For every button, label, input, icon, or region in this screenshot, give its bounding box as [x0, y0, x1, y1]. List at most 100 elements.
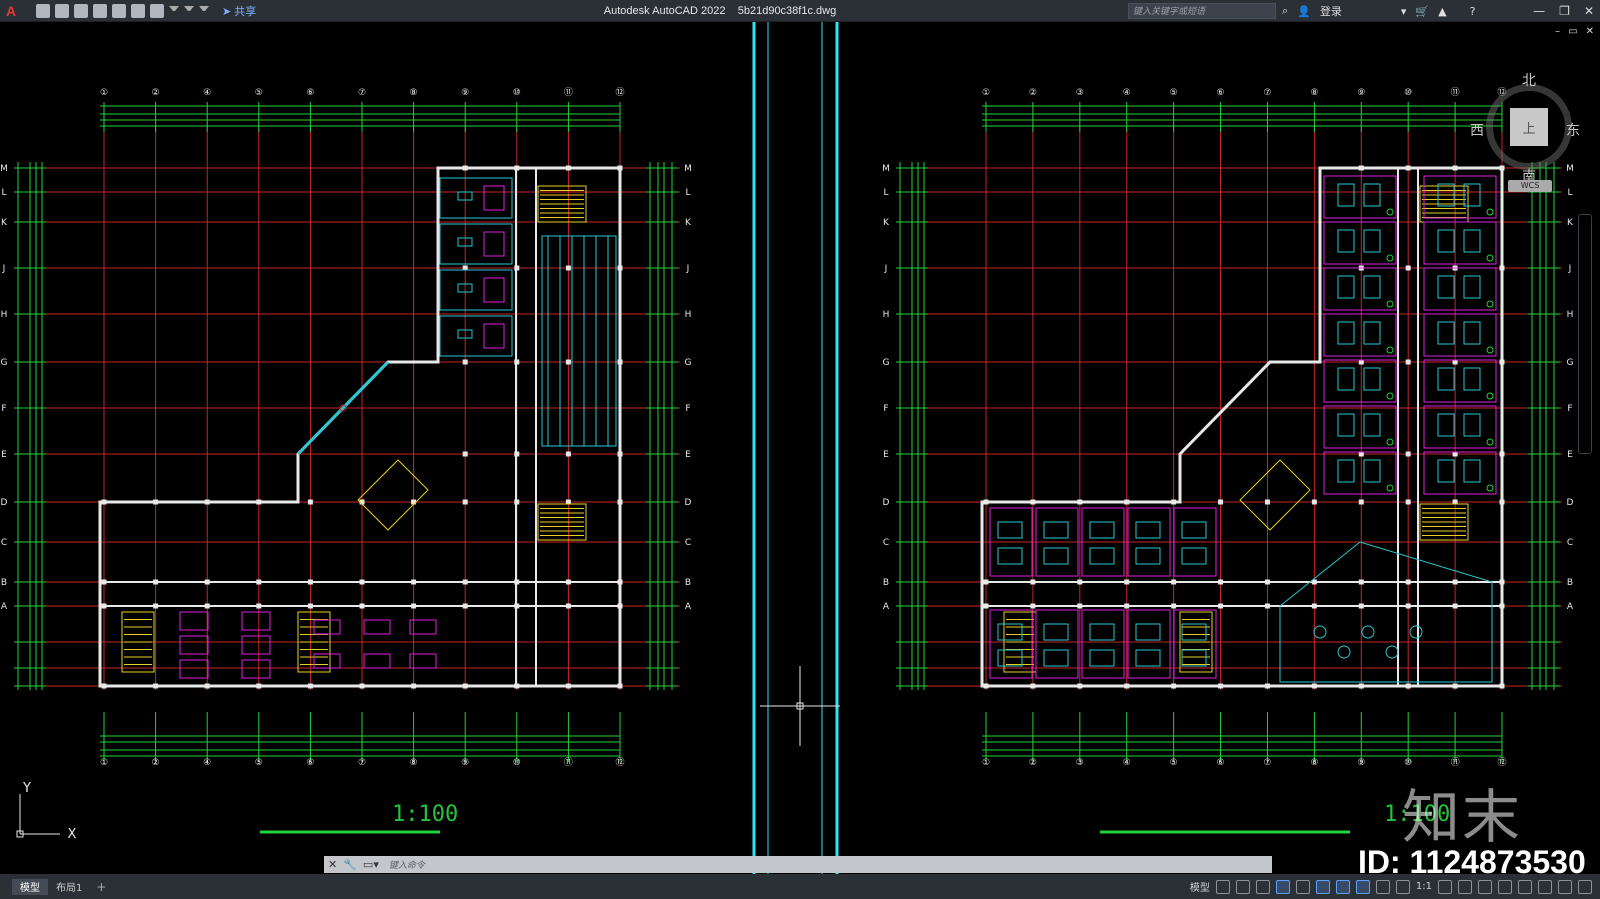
model-space-toggle[interactable]: 模型 [1190, 879, 1210, 894]
column-label-bottom: ⑤ [255, 758, 263, 768]
tab-layout1[interactable]: 布局1 [48, 879, 90, 895]
row-label-left: F [883, 404, 888, 414]
polar-tracking-icon[interactable] [1315, 879, 1330, 894]
row-label-right: G [1567, 358, 1574, 368]
quick-properties-icon[interactable] [1498, 879, 1512, 894]
add-layout-button[interactable]: + [96, 880, 106, 894]
redo-icon[interactable] [184, 5, 194, 16]
recent-commands-icon[interactable]: ▭▾ [363, 858, 379, 871]
cart-icon[interactable]: 🛒 [1415, 5, 1429, 18]
viewcube-top-face[interactable]: 上 [1510, 108, 1548, 146]
tab-model[interactable]: 模型 [12, 878, 48, 895]
ortho-icon[interactable] [1295, 879, 1310, 894]
structural-column [1499, 499, 1505, 505]
row-label-right: G [685, 358, 692, 368]
snap-icon[interactable] [1235, 879, 1250, 894]
close-button[interactable]: ✕ [1584, 4, 1594, 18]
floor-plan-drawing[interactable]: ① ① ② ② ④ ④ ⑤ ⑤ ⑥ ⑥ ⑦ ⑦ ⑧ ⑧ ⑨ ⑨ ⑩ ⑩ ⑪ ⑪ ⑫ ⑫ M M L L K K J J H H G G F F E E D D… [0, 22, 1600, 874]
structural-column [1405, 499, 1411, 505]
annotation-visibility-icon[interactable] [1395, 879, 1410, 894]
structural-column [1358, 579, 1364, 585]
plot-icon[interactable] [150, 3, 164, 18]
structural-column [1030, 499, 1036, 505]
wcs-menu[interactable]: WCS [1508, 180, 1552, 192]
object-snap-tracking-icon[interactable] [1355, 879, 1370, 894]
customization-menu-icon[interactable] [1578, 879, 1592, 894]
structural-column [514, 359, 520, 365]
column-label-top: ④ [1123, 88, 1131, 98]
share-button[interactable]: ➤ 共享 [222, 3, 256, 19]
structural-column [1124, 683, 1130, 689]
app-menu-letter[interactable]: A [6, 3, 16, 19]
structural-column [983, 579, 989, 585]
column-label-bottom: ④ [1123, 758, 1131, 768]
bed [1463, 275, 1481, 299]
row-label-right: L [685, 188, 690, 198]
structural-column [617, 359, 623, 365]
object-snap-icon[interactable] [1375, 879, 1390, 894]
table [179, 611, 209, 631]
structural-column [514, 579, 520, 585]
search-icon[interactable]: ⌕ [1282, 4, 1288, 18]
lounge [1279, 541, 1493, 683]
dropdown-arrow-icon[interactable]: ▾ [1401, 5, 1407, 18]
navigation-bar[interactable] [1578, 214, 1592, 454]
dynamic-input-icon[interactable] [1275, 879, 1290, 894]
bed [1363, 275, 1381, 299]
compass-east[interactable]: 东 [1566, 120, 1580, 140]
minimize-button[interactable]: — [1533, 4, 1545, 18]
hardware-acceleration-icon[interactable] [1538, 879, 1552, 894]
structural-column [514, 499, 520, 505]
units-icon[interactable] [1478, 879, 1492, 894]
compass-west[interactable]: 西 [1470, 120, 1484, 140]
login-button[interactable]: 登录 [1320, 3, 1342, 19]
close-icon[interactable]: ✕ [328, 858, 337, 871]
autodesk-app-icon[interactable]: ▲ [1438, 5, 1446, 18]
search-input[interactable]: 键入关键字或短语 [1128, 3, 1276, 19]
workspace-gear-icon[interactable] [1438, 879, 1452, 894]
hotel-room [1423, 313, 1497, 357]
command-line[interactable]: ✕ 🔧 ▭▾ 键入命令 [324, 856, 1272, 873]
customize-icon[interactable]: 🔧 [343, 858, 357, 871]
command-input[interactable]: 键入命令 [389, 858, 425, 871]
bed [997, 547, 1023, 565]
isometric-icon[interactable] [1335, 879, 1350, 894]
structural-column [256, 603, 262, 609]
column-label-bottom: ④ [203, 758, 211, 768]
row-label-left: B [1, 578, 7, 588]
structural-column [1358, 499, 1364, 505]
help-icon[interactable]: ? [1470, 5, 1476, 18]
hotel-room [1323, 175, 1397, 219]
open-web-icon[interactable] [112, 3, 126, 18]
clean-screen-icon[interactable] [1558, 879, 1572, 894]
infer-constraints-icon[interactable] [1255, 879, 1270, 894]
save-as-icon[interactable] [93, 3, 107, 18]
user-icon[interactable]: 👤 [1297, 5, 1311, 18]
save-icon[interactable] [74, 3, 88, 18]
annotation-monitor-icon[interactable] [1458, 879, 1472, 894]
column-label-top: ⑦ [1263, 88, 1271, 98]
office-room [439, 177, 513, 219]
new-file-icon[interactable] [36, 3, 50, 18]
structural-column [983, 499, 989, 505]
structural-column [462, 579, 468, 585]
structural-column [1452, 359, 1458, 365]
row-label-left: G [883, 358, 890, 368]
customize-qat-icon[interactable] [199, 5, 209, 16]
save-web-icon[interactable] [131, 3, 145, 18]
autocad-logo-icon[interactable]: A [0, 0, 22, 22]
grid-icon[interactable] [1215, 879, 1230, 894]
open-file-icon[interactable] [55, 3, 69, 18]
structural-column [1311, 579, 1317, 585]
compass-north[interactable]: 北 [1522, 70, 1536, 90]
plant [1486, 346, 1494, 354]
maximize-button[interactable]: ❐ [1559, 4, 1570, 18]
column-label-top: ② [1029, 88, 1037, 98]
structural-column [307, 683, 313, 689]
column-label-bottom: ② [152, 758, 160, 768]
annotation-scale[interactable]: 1:1 [1416, 881, 1432, 892]
drawing-canvas[interactable]: – ▭ ✕ ①①②②④④⑤⑤⑥⑥⑦⑦⑧⑧⑨⑨⑩⑩⑪⑪⑫⑫MMLLKKJJHHGG… [0, 22, 1600, 874]
undo-icon[interactable] [169, 5, 179, 16]
structural-column [204, 603, 210, 609]
isolate-objects-icon[interactable] [1518, 879, 1532, 894]
